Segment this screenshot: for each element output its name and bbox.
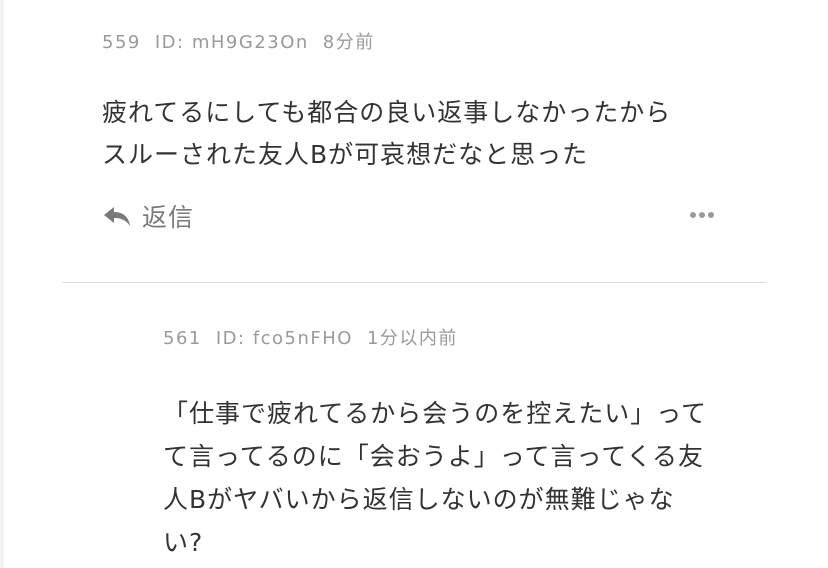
reply-button[interactable]: 返信 [102, 198, 194, 234]
comment-line: て言ってるのに「会おうよ」って言ってくる友 [163, 442, 705, 471]
comment-time: 8分前 [322, 32, 375, 53]
more-options-button[interactable] [690, 206, 714, 224]
comment-559: 559 ID: mH9G23On 8分前 疲れてるにしても都合の良い返事しなかったか… [102, 28, 671, 176]
divider [62, 282, 766, 283]
comment-time: 1分以内前 [366, 328, 458, 349]
comment-line: 疲れてるにしても都合の良い返事しなかったから [102, 98, 672, 127]
comment-id: ID: fco5nFHO [215, 328, 353, 349]
comment-number: 561 [163, 328, 202, 349]
comment-561: 561 ID: fco5nFHO 1分以内前 「仕事で疲れてるから会うのを控えたい」… [163, 324, 707, 564]
comment-meta: 559 ID: mH9G23On 8分前 [102, 28, 671, 54]
comment-line: スルーされた友人Bが可哀想だなと思った [102, 140, 589, 169]
comment-actions: 返信 [102, 198, 714, 238]
comment-line: 「仕事で疲れてるから会うのを控えたい」って [163, 399, 708, 428]
reply-arrow-icon [104, 207, 130, 226]
comment-meta: 561 ID: fco5nFHO 1分以内前 [163, 324, 707, 350]
comment-thread: 559 ID: mH9G23On 8分前 疲れてるにしても都合の良い返事しなかったか… [0, 0, 828, 568]
more-dots-icon [690, 212, 696, 218]
more-dots-icon [699, 212, 705, 218]
more-dots-icon [708, 212, 714, 218]
comment-line: 人Bがヤバいから返信しないのが無難じゃな [163, 485, 675, 514]
comment-body: 疲れてるにしても都合の良い返事しなかったから スルーされた友人Bが可哀想だなと思… [102, 92, 671, 176]
comment-id: ID: mH9G23On [154, 32, 309, 53]
comment-body: 「仕事で疲れてるから会うのを控えたい」って て言ってるのに「会おうよ」って言って… [163, 392, 707, 564]
left-edge-strip [0, 0, 4, 568]
reply-label: 返信 [142, 203, 195, 232]
comment-line: い? [163, 528, 204, 557]
comment-number: 559 [102, 32, 141, 53]
